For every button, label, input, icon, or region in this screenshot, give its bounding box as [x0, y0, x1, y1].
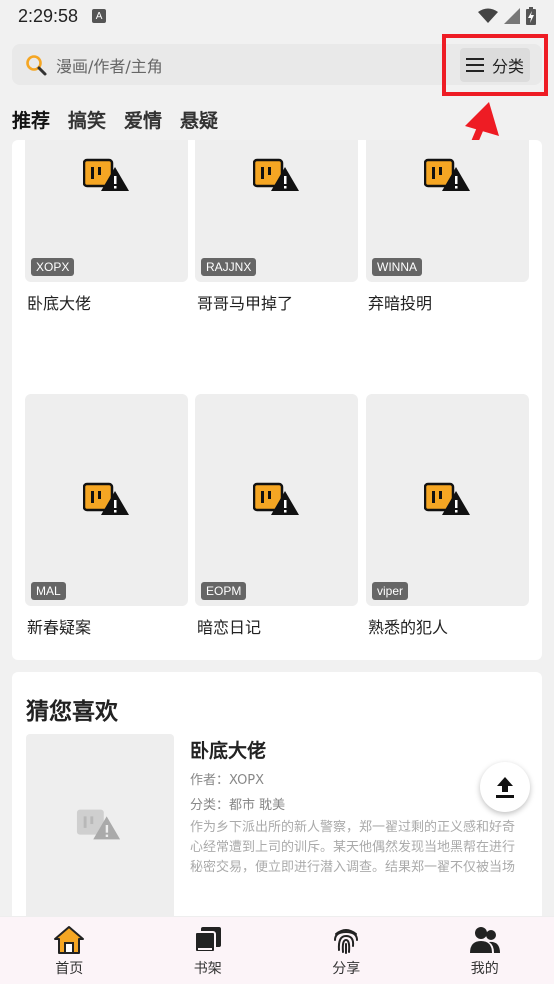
- home-icon: [54, 925, 85, 954]
- status-icons: [478, 7, 536, 25]
- tab-label: 悬疑: [180, 110, 219, 132]
- section-title: 猜您喜欢: [26, 699, 118, 725]
- comic-cover: EOPM: [195, 394, 358, 606]
- recommend-section: 猜您喜欢 卧底大佬 作者：XOPX 分类：都市 耽美 作为乡下派出所的新人警察，…: [12, 672, 542, 934]
- upload-arrow-icon: [496, 777, 514, 798]
- recommend-author: 作者：XOPX: [190, 773, 265, 788]
- comic-grid: XOPX 卧底大佬 RAJJNX 哥哥马甲掉了 WINNA 弃暗投明 MAL 新…: [12, 140, 542, 660]
- nav-home[interactable]: 首页: [0, 917, 139, 984]
- comic-card[interactable]: RAJJNX 哥哥马甲掉了: [195, 140, 358, 314]
- recommend-description: 作为乡下派出所的新人警察，郑一翟过剩的正义感和好奇心经常遭到上司的训斥。某天他偶…: [190, 820, 516, 875]
- author-badge: WINNA: [372, 258, 422, 276]
- tab-funny[interactable]: 搞笑: [68, 106, 106, 133]
- comic-cover: WINNA: [366, 140, 529, 282]
- comic-cover: RAJJNX: [195, 140, 358, 282]
- tab-mystery[interactable]: 悬疑: [180, 106, 218, 133]
- tab-recommend[interactable]: 推荐: [12, 106, 51, 143]
- author-badge: XOPX: [31, 258, 75, 276]
- nav-label: 首页: [55, 960, 84, 977]
- tab-label: 爱情: [124, 110, 163, 132]
- comic-card[interactable]: WINNA 弃暗投明: [366, 140, 529, 314]
- user-group-icon: [469, 926, 500, 953]
- comic-cover: MAL: [25, 394, 188, 606]
- broken-image-icon: [253, 482, 299, 515]
- comic-card[interactable]: XOPX 卧底大佬: [25, 140, 188, 314]
- nav-share[interactable]: 分享: [277, 917, 416, 984]
- nav-label: 我的: [470, 960, 499, 977]
- broken-image-icon: [424, 158, 470, 191]
- comic-title: 熟悉的犯人: [368, 618, 449, 637]
- broken-image-icon: [83, 482, 129, 515]
- bottom-nav: 首页 书架 分享 我的: [0, 916, 554, 984]
- scroll-to-top-button[interactable]: [480, 762, 530, 812]
- highlight-box: [442, 34, 548, 96]
- comic-card[interactable]: viper 熟悉的犯人: [366, 394, 529, 638]
- comic-card[interactable]: MAL 新春疑案: [25, 394, 188, 638]
- broken-image-icon: [76, 809, 121, 840]
- comic-card[interactable]: EOPM 暗恋日记: [195, 394, 358, 638]
- comic-title: 卧底大佬: [27, 294, 92, 313]
- comic-title: 暗恋日记: [197, 618, 262, 637]
- tab-label: 推荐: [12, 110, 51, 132]
- notification-icon: A: [92, 9, 107, 23]
- search-input[interactable]: 漫画/作者/主角: [56, 53, 163, 77]
- category-tabs: 推荐 搞笑 爱情 悬疑: [12, 106, 218, 143]
- search-icon: [26, 54, 47, 75]
- status-bar: 2:29:58 A: [0, 0, 554, 32]
- author-badge: MAL: [31, 582, 66, 600]
- nav-profile[interactable]: 我的: [416, 917, 554, 984]
- tab-label: 搞笑: [68, 110, 107, 132]
- recommend-name[interactable]: 卧底大佬: [190, 736, 266, 763]
- broken-image-icon: [83, 158, 129, 191]
- author-badge: EOPM: [201, 582, 247, 600]
- comic-title: 哥哥马甲掉了: [197, 294, 294, 313]
- wifi-icon: [478, 8, 498, 23]
- broken-image-icon: [424, 482, 470, 515]
- battery-icon: [526, 7, 536, 25]
- comic-title: 弃暗投明: [368, 294, 433, 313]
- recommend-category: 分类：都市 耽美: [190, 798, 286, 813]
- comic-cover: XOPX: [25, 140, 188, 282]
- nav-bookshelf[interactable]: 书架: [139, 917, 278, 984]
- broken-image-icon: [253, 158, 299, 191]
- tab-romance[interactable]: 爱情: [124, 106, 162, 133]
- nav-label: 分享: [332, 960, 361, 977]
- bookshelf-icon: [193, 926, 221, 953]
- comic-cover: viper: [366, 394, 529, 606]
- author-badge: RAJJNX: [201, 258, 257, 276]
- status-time: 2:29:58: [18, 5, 79, 26]
- author-badge: viper: [372, 582, 409, 600]
- fingerprint-icon: [334, 928, 359, 954]
- recommend-cover[interactable]: [26, 734, 174, 934]
- nav-label: 书架: [193, 960, 222, 977]
- comic-title: 新春疑案: [27, 618, 92, 637]
- signal-icon: [504, 8, 520, 24]
